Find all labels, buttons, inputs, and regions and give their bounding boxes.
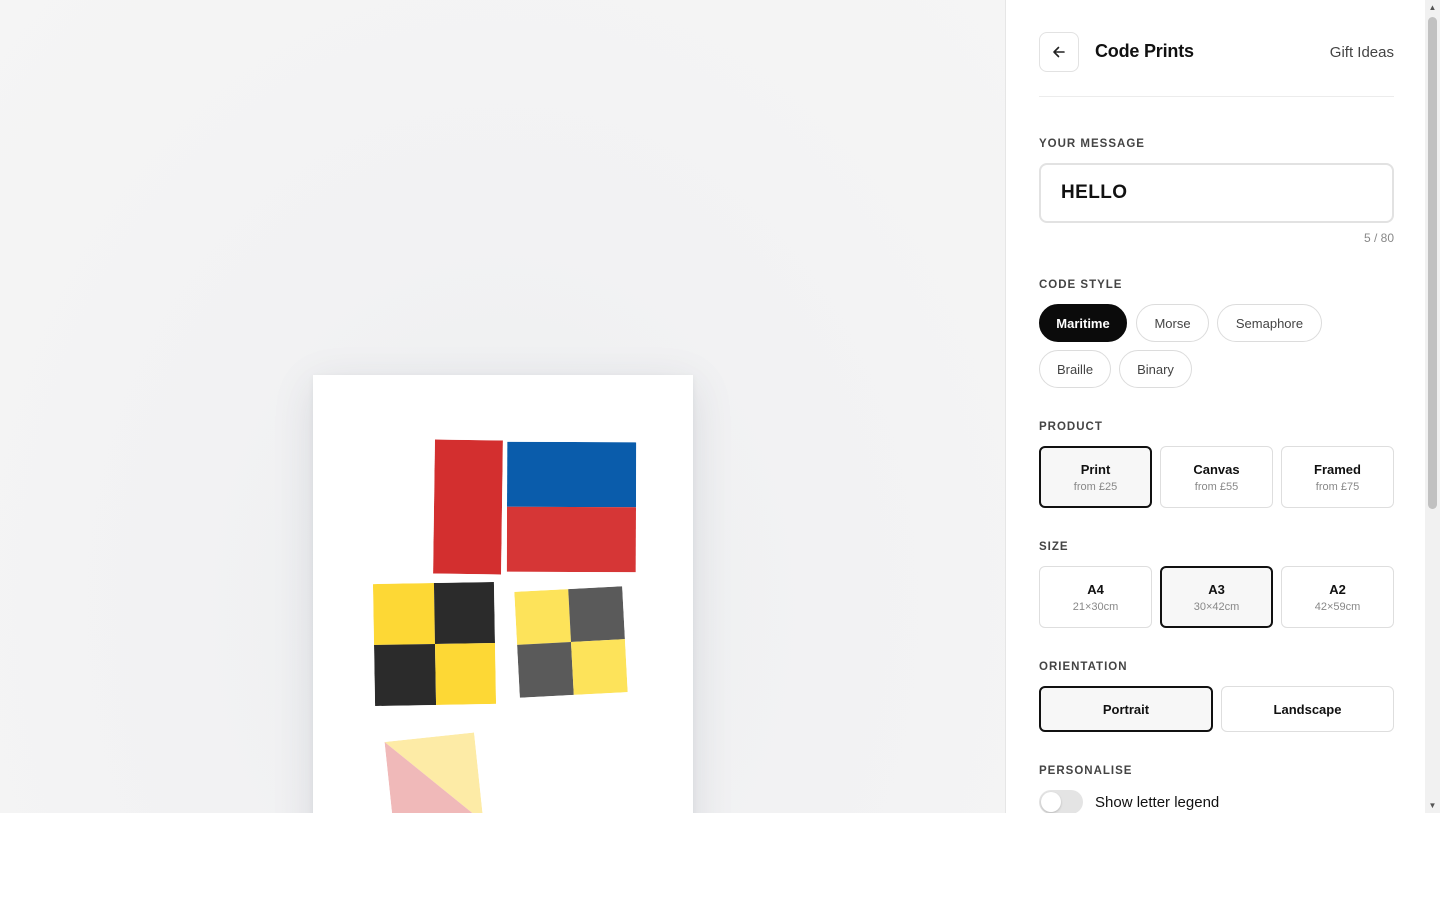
config-sidebar: Code Prints Gift Ideas YOUR MESSAGE 5 / … — [1005, 0, 1425, 813]
size-option-a2[interactable]: A2 42×59cm — [1281, 566, 1394, 628]
product-canvas-title: Canvas — [1193, 461, 1240, 477]
style-option-braille[interactable]: Braille — [1039, 350, 1111, 388]
style-option-binary[interactable]: Binary — [1119, 350, 1192, 388]
gift-ideas-link[interactable]: Gift Ideas — [1330, 44, 1394, 61]
product-option-print[interactable]: Print from £25 — [1039, 446, 1152, 508]
scroll-thumb[interactable] — [1428, 17, 1437, 509]
size-a2-title: A2 — [1329, 581, 1346, 597]
flag-e-bottom — [506, 506, 636, 573]
sidebar-scrollbar[interactable]: ▲ ▼ — [1425, 0, 1440, 813]
flag-e-top — [507, 441, 637, 508]
size-a3-dims: 30×42cm — [1193, 600, 1240, 613]
arrow-left-icon — [1053, 46, 1065, 58]
product-option-framed[interactable]: Framed from £75 — [1281, 446, 1394, 508]
orientation-section-label: ORIENTATION — [1039, 661, 1128, 673]
style-option-morse[interactable]: Morse — [1136, 304, 1209, 342]
flag-h-field — [433, 439, 503, 575]
style-option-maritime[interactable]: Maritime — [1039, 304, 1127, 342]
flag-l-q2 — [433, 581, 495, 644]
scroll-down-arrow-icon[interactable]: ▼ — [1425, 798, 1440, 813]
flag-e — [506, 441, 637, 573]
letter-legend-toggle[interactable] — [1039, 790, 1083, 813]
flag-o-diagonal — [384, 732, 484, 813]
page-title: Code Prints — [1095, 41, 1194, 61]
flag-l-q4 — [434, 642, 497, 705]
flag-l2-q3 — [517, 642, 574, 698]
personalise-section-label: PERSONALISE — [1039, 765, 1133, 777]
code-style-section-label: CODE STYLE — [1039, 279, 1123, 291]
back-button[interactable] — [1039, 32, 1079, 72]
flag-h — [433, 439, 503, 575]
scroll-up-arrow-icon[interactable]: ▲ — [1425, 0, 1440, 15]
flag-l2-q1 — [514, 589, 571, 645]
flag-o — [384, 732, 484, 813]
letter-legend-label: Show letter legend — [1095, 794, 1220, 811]
toggle-knob — [1041, 792, 1061, 812]
size-option-a4[interactable]: A4 21×30cm — [1039, 566, 1152, 628]
style-option-semaphore[interactable]: Semaphore — [1217, 304, 1322, 342]
app-viewport: Code Prints Gift Ideas YOUR MESSAGE 5 / … — [0, 0, 1440, 813]
product-framed-title: Framed — [1314, 461, 1361, 477]
orientation-portrait[interactable]: Portrait — [1039, 686, 1213, 732]
product-option-canvas[interactable]: Canvas from £55 — [1160, 446, 1273, 508]
message-section-label: YOUR MESSAGE — [1039, 138, 1145, 150]
flag-l-first — [372, 581, 497, 707]
char-counter: 5 / 80 — [1363, 231, 1394, 245]
product-print-title: Print — [1080, 461, 1111, 477]
size-a3-title: A3 — [1208, 581, 1225, 597]
product-framed-price: from £75 — [1315, 480, 1360, 493]
product-print-price: from £25 — [1073, 480, 1118, 493]
message-input[interactable] — [1039, 163, 1394, 223]
flag-l-second — [514, 586, 628, 698]
size-a4-title: A4 — [1087, 581, 1104, 597]
size-a4-dims: 21×30cm — [1072, 600, 1119, 613]
orientation-landscape[interactable]: Landscape — [1221, 686, 1394, 732]
flag-l2-q2 — [568, 586, 625, 642]
size-section-label: SIZE — [1039, 541, 1069, 553]
flag-l-q1 — [372, 583, 435, 646]
sidebar-header: Code Prints Gift Ideas — [1039, 32, 1394, 97]
size-a2-dims: 42×59cm — [1314, 600, 1361, 613]
product-section-label: PRODUCT — [1039, 421, 1103, 433]
print-preview-area — [0, 0, 1005, 813]
product-canvas-price: from £55 — [1194, 480, 1239, 493]
print-paper — [313, 375, 693, 813]
flag-l-q3 — [374, 644, 436, 707]
flag-l2-q4 — [571, 639, 628, 695]
size-option-a3[interactable]: A3 30×42cm — [1160, 566, 1273, 628]
